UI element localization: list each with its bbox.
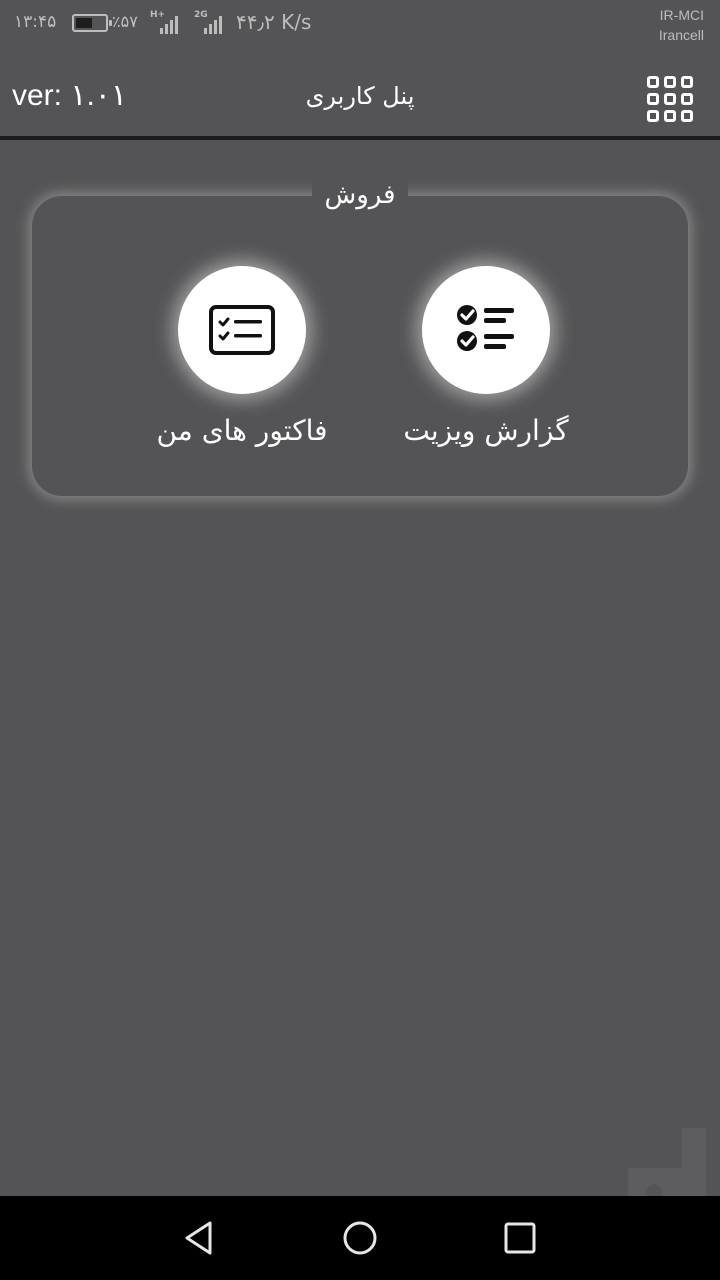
my-invoices-circle[interactable] — [178, 266, 306, 394]
status-time: ۱۳:۴۵ — [14, 12, 57, 32]
page-title: پنل کاربری — [305, 82, 415, 110]
visit-report-button[interactable]: گزارش ویزیت — [366, 266, 606, 447]
signal-icon-2: 2G — [194, 10, 228, 34]
app-bar: ver: ۱.۰۱ پنل کاربری — [0, 48, 720, 140]
recent-square-icon[interactable] — [500, 1218, 540, 1258]
visit-report-label: گزارش ویزیت — [403, 414, 569, 447]
battery-icon — [72, 14, 112, 32]
status-bar: ۱۳:۴۵ ٪۵۷ H+ 2G ۴۴٫۲ K/s IR-MCI Irancell — [0, 0, 720, 48]
my-invoices-label: فاکتور های من — [156, 414, 328, 447]
network-speed: ۴۴٫۲ K/s — [236, 10, 312, 34]
carrier-1: IR-MCI — [659, 7, 704, 23]
signal-icon: H+ — [150, 10, 184, 34]
visit-report-circle[interactable] — [422, 266, 550, 394]
carrier-names: IR-MCI Irancell — [659, 5, 704, 45]
my-invoices-button[interactable]: فاکتور های من — [122, 266, 362, 447]
carrier-2: Irancell — [658, 27, 704, 43]
checklist-icon — [457, 305, 514, 351]
home-circle-icon[interactable] — [340, 1218, 380, 1258]
battery-percent: ٪۵۷ — [112, 12, 138, 31]
sales-section-title: فروش — [312, 176, 408, 216]
system-nav-bar — [0, 1196, 720, 1280]
grid-menu-icon[interactable] — [646, 75, 694, 123]
invoice-card-icon — [209, 305, 275, 355]
back-triangle-icon[interactable] — [180, 1218, 220, 1258]
